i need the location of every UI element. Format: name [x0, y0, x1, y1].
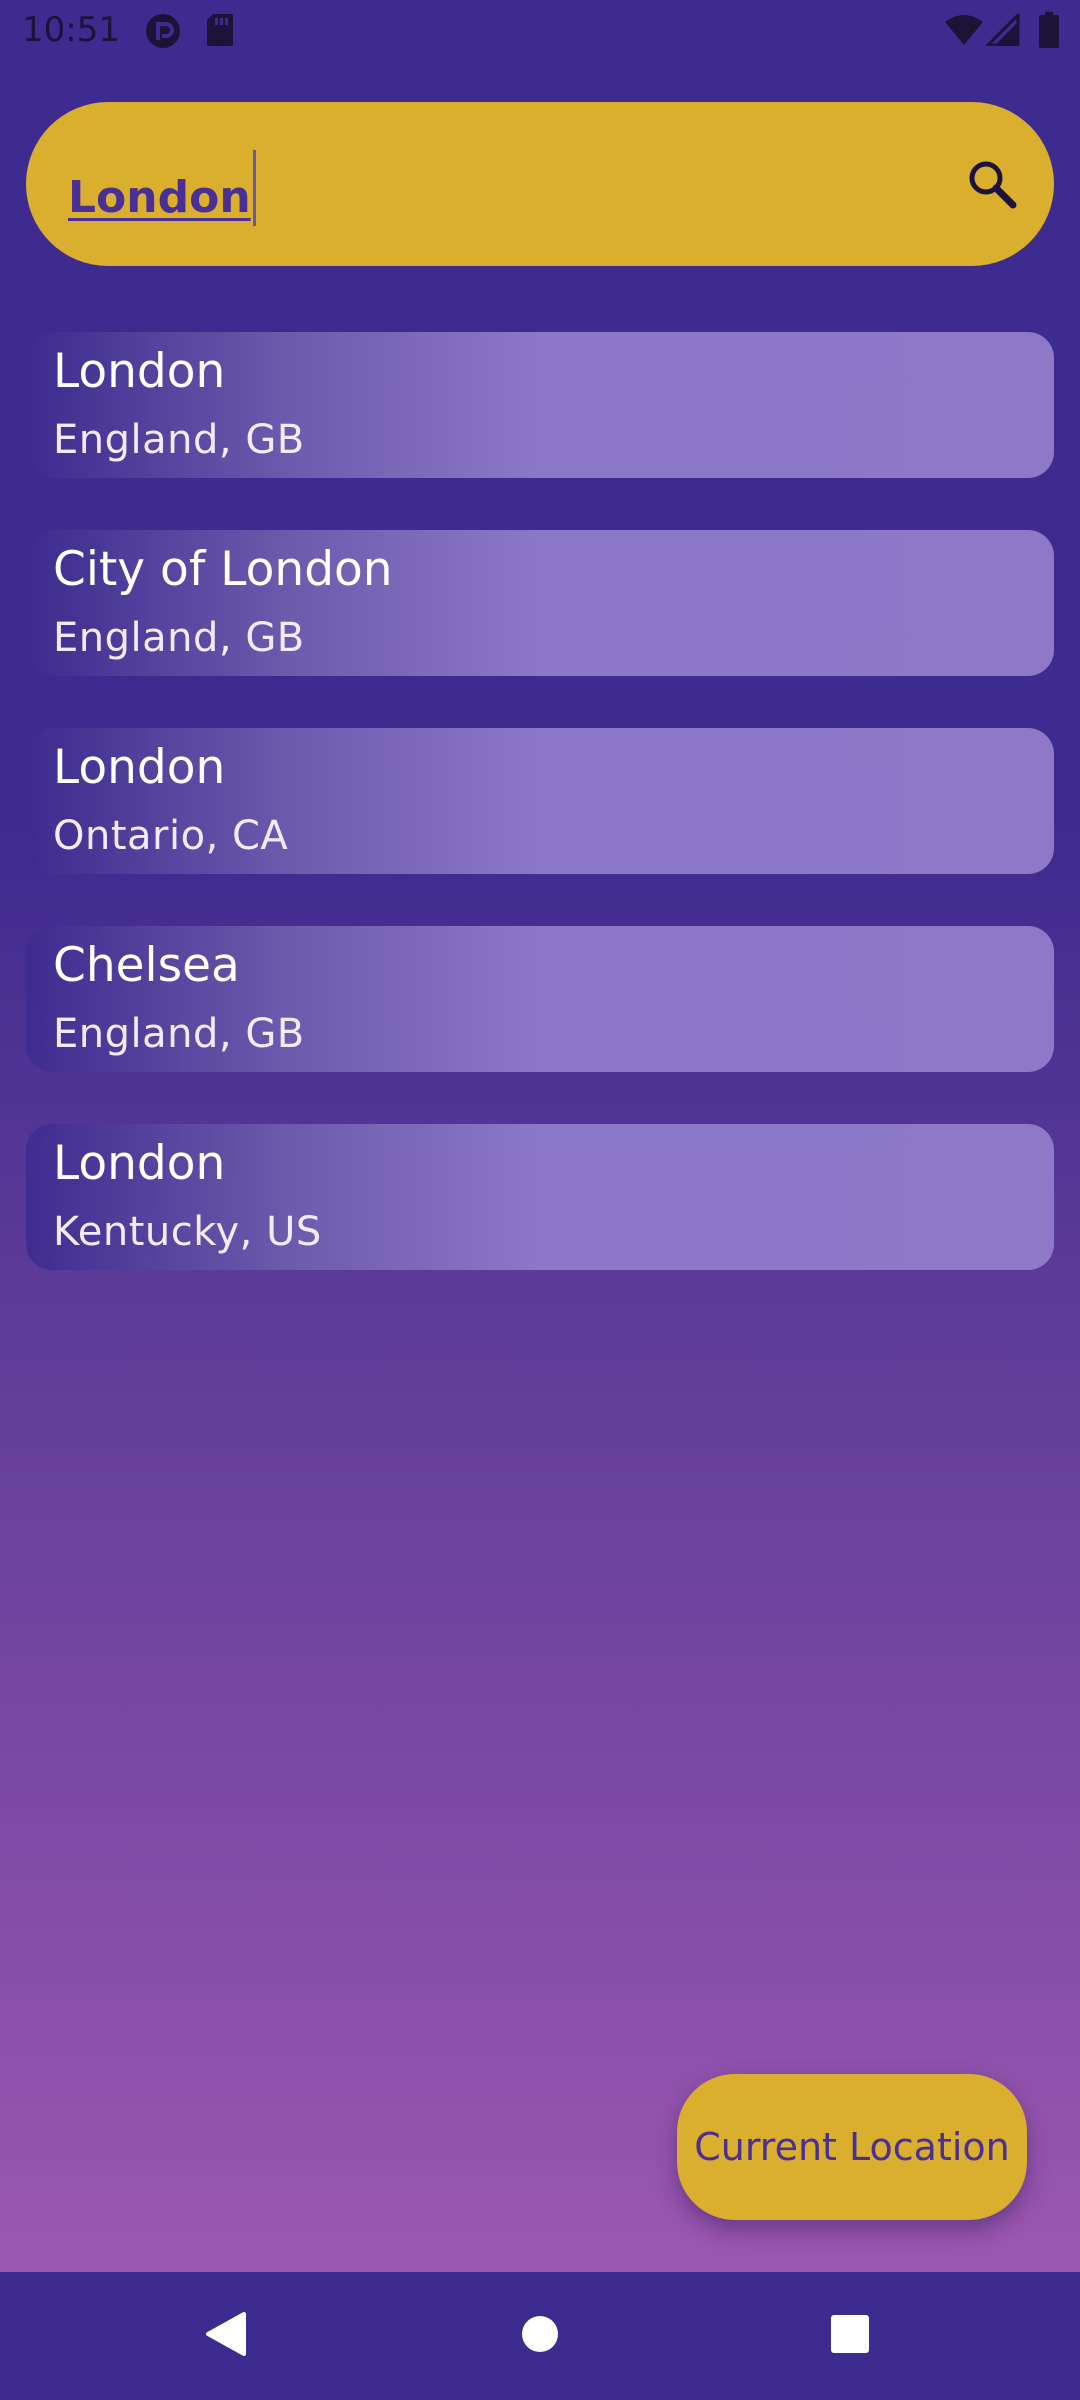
- status-time: 10:51: [22, 10, 120, 50]
- signal-icon: [984, 11, 1020, 50]
- home-icon: [520, 2314, 560, 2358]
- result-name: London: [53, 344, 226, 399]
- result-region: Kentucky, US: [53, 1209, 322, 1255]
- result-name: London: [53, 1136, 226, 1191]
- result-item-city-of-london[interactable]: City of London England, GB: [26, 530, 1054, 676]
- result-region: England, GB: [53, 417, 305, 463]
- pocket-casts-icon: [144, 12, 182, 54]
- search-bar[interactable]: London: [26, 102, 1054, 266]
- back-button[interactable]: [136, 2272, 316, 2400]
- search-icon[interactable]: [966, 158, 1018, 214]
- current-location-button[interactable]: Current Location: [677, 2074, 1027, 2220]
- back-icon: [204, 2310, 248, 2362]
- wifi-icon: [944, 14, 984, 50]
- result-region: England, GB: [53, 615, 305, 661]
- current-location-label: Current Location: [694, 2125, 1010, 2169]
- recents-button[interactable]: [760, 2272, 940, 2400]
- battery-icon: [1038, 12, 1060, 52]
- result-region: England, GB: [53, 1011, 305, 1057]
- sd-card-icon: [205, 12, 235, 52]
- home-button[interactable]: [450, 2272, 630, 2400]
- result-item-chelsea[interactable]: Chelsea England, GB: [26, 926, 1054, 1072]
- result-region: Ontario, CA: [53, 813, 289, 859]
- result-item-london-kentucky[interactable]: London Kentucky, US: [26, 1124, 1054, 1270]
- result-name: City of London: [53, 542, 393, 597]
- result-name: London: [53, 740, 226, 795]
- result-item-london-ontario[interactable]: London Ontario, CA: [26, 728, 1054, 874]
- status-bar: 10:51: [0, 0, 1080, 62]
- recents-icon: [829, 2313, 871, 2359]
- result-item-london-england[interactable]: London England, GB: [26, 332, 1054, 478]
- result-name: Chelsea: [53, 938, 240, 993]
- search-input[interactable]: London: [68, 150, 256, 231]
- navigation-bar: [0, 2272, 1080, 2400]
